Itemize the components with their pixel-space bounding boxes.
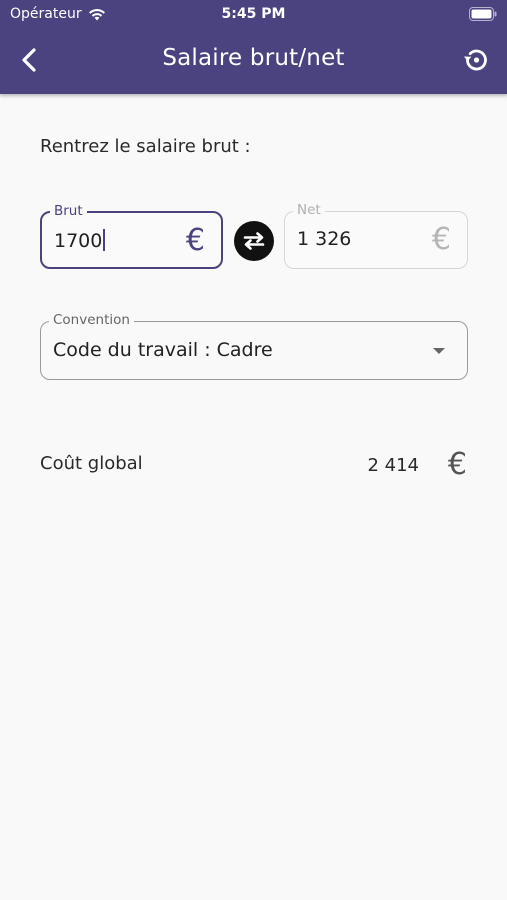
convention-label: Convention [49,312,134,328]
input-prompt: Rentrez le salaire brut : [40,136,251,157]
euro-icon: € [185,223,205,258]
brut-value-wrapper: 1700 [54,229,106,252]
page-title: Salaire brut/net [162,45,345,71]
swap-arrows-icon [243,232,265,250]
convention-value: Code du travail : Cadre [53,339,273,361]
net-label: Net [293,202,325,218]
euro-icon: € [431,222,451,257]
dropdown-arrow-icon [433,348,445,354]
reset-button[interactable] [459,43,493,77]
net-value: 1 326 [297,228,352,250]
convention-select[interactable]: Convention Code du travail : Cadre [40,312,468,380]
status-bar: Opérateur 5:45 PM [0,0,507,28]
brut-field[interactable]: Brut 1700 € [40,203,223,269]
battery-icon [469,7,497,25]
history-reset-icon [464,49,487,71]
brut-label: Brut [50,203,87,219]
cost-label: Coût global [40,453,143,474]
euro-icon: € [447,447,467,482]
swap-button[interactable] [234,221,274,261]
text-cursor [103,229,106,251]
cost-value: 2 414 [367,455,419,476]
brut-value: 1700 [54,230,103,252]
status-time: 5:45 PM [221,6,286,22]
top-bar: Opérateur 5:45 PM Salaire brut/net [0,0,507,94]
net-field[interactable]: Net 1 326 € [284,202,468,269]
navigation-bar: Salaire brut/net [0,28,507,94]
